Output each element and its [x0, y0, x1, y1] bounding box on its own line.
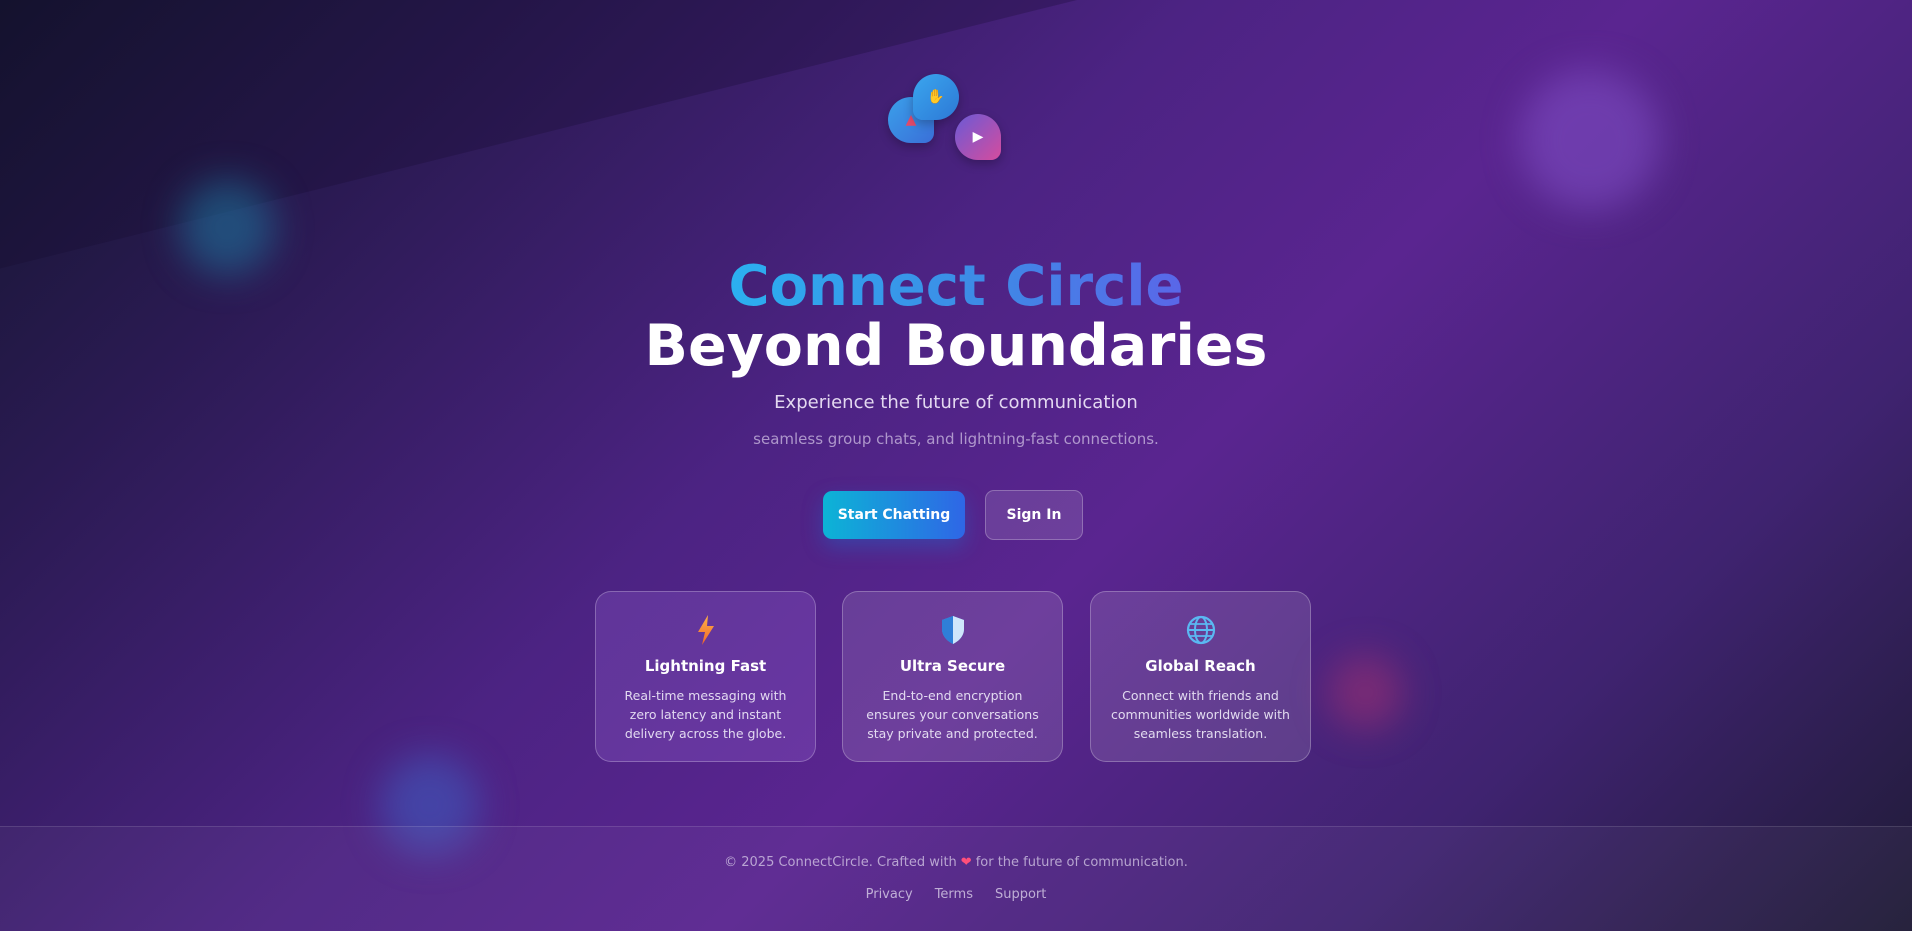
- background-glow-violet: [1520, 70, 1660, 210]
- start-chatting-button[interactable]: Start Chatting: [823, 491, 965, 539]
- terms-link[interactable]: Terms: [935, 887, 973, 902]
- feature-title: Global Reach: [1145, 657, 1256, 675]
- sign-in-button[interactable]: Sign In: [985, 490, 1083, 540]
- background-glow-pink: [1328, 655, 1403, 730]
- shield-icon: [941, 616, 964, 644]
- landing-page: ▲ ✋ ▶ Connect Circle Beyond Boundaries E…: [0, 0, 1912, 931]
- hero-subtext: seamless group chats, and lightning-fast…: [753, 430, 1159, 448]
- feature-description: End-to-end encryption ensures your conve…: [866, 688, 1039, 741]
- chat-bubbles-logo: ▲ ✋ ▶: [885, 72, 1005, 167]
- hero-title-bottom: Beyond Boundaries: [644, 313, 1268, 379]
- footer: © 2025 ConnectCircle. Crafted with ❤ for t…: [0, 826, 1912, 931]
- feature-description: Real-time messaging with zero latency an…: [624, 688, 787, 741]
- hero-subtitle: Experience the future of communication: [774, 392, 1138, 413]
- footer-links: Privacy Terms Support: [0, 887, 1912, 902]
- lightning-icon: [697, 615, 714, 645]
- privacy-link[interactable]: Privacy: [866, 887, 913, 902]
- feature-title: Lightning Fast: [644, 657, 767, 675]
- feature-title: Ultra Secure: [899, 657, 1006, 675]
- support-link[interactable]: Support: [995, 887, 1046, 902]
- chat-bubble-icon: ▶: [955, 114, 1001, 160]
- feature-card-ultra-secure: Ultra Secure End-to-end encryption ensur…: [842, 591, 1063, 762]
- heart-icon: ❤: [960, 855, 972, 870]
- feature-card-lightning-fast: Lightning Fast Real-time messaging with …: [595, 591, 816, 762]
- feature-description: Connect with friends and communities wor…: [1111, 688, 1290, 741]
- footer-copyright: © 2025 ConnectCircle. Crafted with ❤ for t…: [724, 855, 1188, 870]
- play-icon: ▶: [972, 129, 984, 145]
- globe-icon: [1186, 615, 1215, 645]
- feature-card-global-reach: Global Reach Connect with friends and co…: [1090, 591, 1311, 762]
- hand-icon: ✋: [927, 89, 945, 105]
- chat-bubble-icon: ✋: [913, 74, 959, 120]
